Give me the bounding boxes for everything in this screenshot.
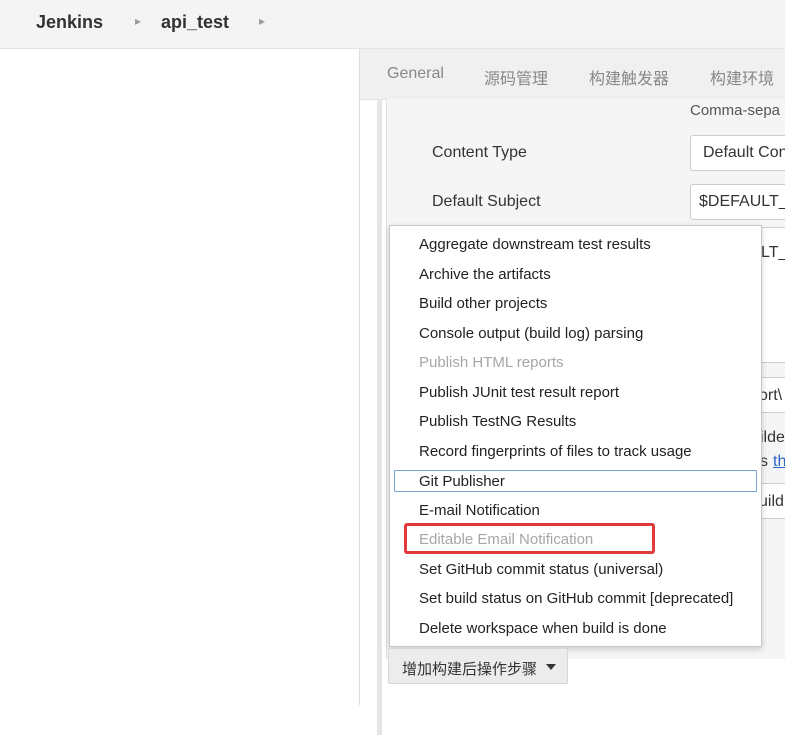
menu-item-focused[interactable]: Git Publisher (390, 470, 761, 498)
tab-general[interactable]: General (387, 65, 444, 83)
recipients-hint: Comma-sepa (690, 102, 781, 119)
menu-item[interactable]: Build other projects (390, 291, 761, 319)
menu-item[interactable]: Record fingerprints of files to track us… (390, 439, 761, 467)
default-subject-input[interactable]: $DEFAULT_ (690, 184, 785, 220)
menu-item-label: Git Publisher (419, 473, 505, 490)
menu-item: Publish HTML reports (390, 350, 761, 378)
menu-item[interactable]: Console output (build log) parsing (390, 321, 761, 349)
menu-item[interactable]: Publish JUnit test result report (390, 380, 761, 408)
tab-source-control[interactable]: 源码管理 (484, 65, 548, 89)
menu-item-label: Publish JUnit test result report (419, 384, 620, 401)
menu-item-label: E-mail Notification (419, 502, 540, 519)
menu-item-label: Set GitHub commit status (universal) (419, 561, 664, 578)
default-subject-label: Default Subject (432, 193, 541, 210)
menu-item-label: Publish TestNG Results (419, 413, 577, 430)
attachments-text: ort\ (759, 387, 783, 404)
menu-item[interactable]: Set GitHub commit status (universal) (390, 557, 761, 585)
menu-item[interactable]: E-mail Notification (390, 498, 761, 526)
tab-build-triggers[interactable]: 构建触发器 (589, 65, 669, 89)
menu-item[interactable]: Delete workspace when build is done (390, 616, 761, 644)
content-type-label: Content Type (432, 144, 527, 161)
highlight-annotation (404, 523, 655, 554)
caret-down-icon (546, 664, 556, 670)
breadcrumb-project[interactable]: api_test (161, 12, 229, 33)
section-indicator (377, 99, 382, 735)
menu-item-label: Delete workspace when build is done (419, 620, 667, 637)
config-tabs: General 源码管理 构建触发器 构建环境 (360, 49, 785, 100)
menu-item-label: Console output (build log) parsing (419, 325, 644, 342)
chevron-right-icon[interactable]: ▸ (259, 14, 265, 28)
menu-item[interactable]: Publish TestNG Results (390, 409, 761, 437)
add-post-build-step-label: 增加构建后操作步骤 (402, 661, 538, 678)
menu-item[interactable]: Archive the artifacts (390, 262, 761, 290)
help-link[interactable]: th (773, 453, 785, 471)
menu-item-label: Archive the artifacts (419, 266, 551, 283)
content-type-select[interactable]: Default Con (690, 135, 785, 171)
breadcrumb-jenkins[interactable]: Jenkins (36, 12, 103, 33)
attach-build-log-text: uild (759, 493, 784, 510)
chevron-right-icon[interactable]: ▸ (135, 14, 141, 28)
add-post-build-step-button[interactable]: 增加构建后操作步骤 (388, 648, 568, 684)
menu-item-label: Set build status on GitHub commit [depre… (419, 590, 734, 607)
menu-item-label: Record fingerprints of files to track us… (419, 443, 692, 460)
menu-item[interactable]: Aggregate downstream test results (390, 232, 761, 260)
help-text-fragment: ilde (760, 429, 785, 446)
menu-item[interactable]: Set build status on GitHub commit [depre… (390, 586, 761, 614)
sidebar (0, 49, 360, 705)
tab-build-environment[interactable]: 构建环境 (710, 65, 774, 89)
menu-item-label: Publish HTML reports (419, 354, 564, 371)
breadcrumb: Jenkins ▸ api_test ▸ (0, 0, 785, 49)
menu-item-label: Build other projects (419, 295, 548, 312)
post-build-menu: Aggregate downstream test results Archiv… (389, 225, 762, 647)
default-content-text: LT_ (761, 244, 785, 261)
menu-item-label: Aggregate downstream test results (419, 236, 651, 253)
